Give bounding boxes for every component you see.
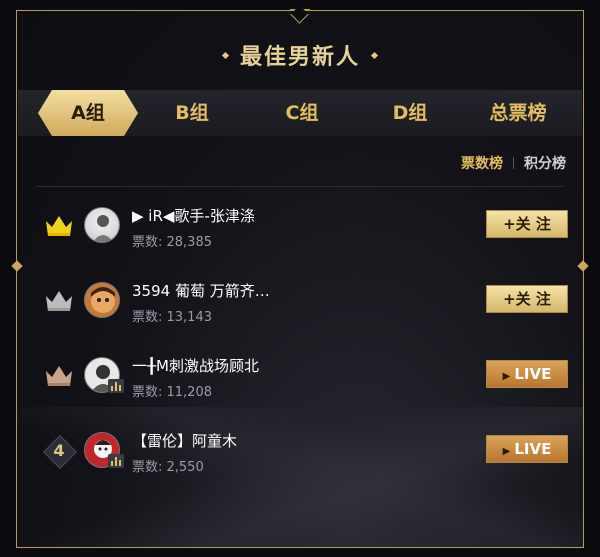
subtab-votes[interactable]: 票数榜 bbox=[461, 153, 503, 173]
gold-crown-icon bbox=[44, 211, 74, 241]
ranking-subtabs: 票数榜 积分榜 bbox=[461, 152, 566, 174]
silver-crown-icon bbox=[44, 286, 74, 316]
rank-number: 4 bbox=[53, 441, 65, 460]
live-indicator-icon bbox=[108, 379, 124, 393]
vote-count: 票数: 13,143 bbox=[132, 310, 212, 325]
list-item: 一╂M刺激战场顾北 票数: 11,208 ▶ LIVE bbox=[36, 345, 568, 405]
list-item: 4 【雷伦】阿童木 票数: 2,550 ▶ LIVE bbox=[36, 420, 568, 480]
tab-total[interactable]: 总票榜 bbox=[468, 90, 568, 136]
play-icon: ▶ bbox=[502, 371, 511, 382]
group-tabs: A组 B组 C组 D组 总票榜 bbox=[18, 90, 582, 136]
subtab-points[interactable]: 积分榜 bbox=[524, 153, 566, 173]
page-title: 最佳男新人 bbox=[239, 45, 360, 70]
subtab-divider bbox=[513, 157, 514, 169]
list-item: ▶ iR◀歌手-张津涤 票数: 28,385 +关 注 bbox=[36, 195, 568, 255]
follow-button[interactable]: +关 注 bbox=[486, 210, 568, 238]
bronze-crown-icon bbox=[44, 361, 74, 391]
live-button-label: LIVE bbox=[514, 440, 552, 458]
avatar[interactable] bbox=[84, 207, 120, 243]
header-divider bbox=[36, 186, 564, 187]
tab-group-c[interactable]: C组 bbox=[252, 90, 352, 136]
streamer-name[interactable]: 3594 葡萄 万箭齐… bbox=[132, 280, 282, 301]
streamer-name[interactable]: ▶ iR◀歌手-张津涤 bbox=[132, 205, 282, 226]
streamer-name[interactable]: 一╂M刺激战场顾北 bbox=[132, 355, 282, 376]
live-button[interactable]: ▶ LIVE bbox=[486, 360, 568, 388]
follow-button[interactable]: +关 注 bbox=[486, 285, 568, 313]
live-indicator-icon bbox=[108, 454, 124, 468]
play-icon: ▶ bbox=[502, 446, 511, 457]
tab-group-d[interactable]: D组 bbox=[360, 90, 460, 136]
vote-count: 票数: 2,550 bbox=[132, 460, 204, 475]
streamer-name[interactable]: 【雷伦】阿童木 bbox=[132, 430, 282, 451]
title-row: 最佳男新人 bbox=[0, 30, 600, 80]
list-item: 3594 葡萄 万箭齐… 票数: 13,143 +关 注 bbox=[36, 270, 568, 330]
tab-group-a[interactable]: A组 bbox=[38, 90, 138, 136]
live-button-label: LIVE bbox=[514, 365, 552, 383]
avatar[interactable] bbox=[84, 282, 120, 318]
title-dot-left bbox=[221, 51, 230, 59]
vote-count: 票数: 11,208 bbox=[132, 385, 212, 400]
top-notch-decoration bbox=[290, 9, 310, 26]
rank-number-badge: 4 bbox=[43, 435, 77, 469]
vote-count: 票数: 28,385 bbox=[132, 235, 212, 250]
live-button[interactable]: ▶ LIVE bbox=[486, 435, 568, 463]
title-dot-right bbox=[370, 51, 379, 59]
tab-group-b[interactable]: B组 bbox=[142, 90, 242, 136]
